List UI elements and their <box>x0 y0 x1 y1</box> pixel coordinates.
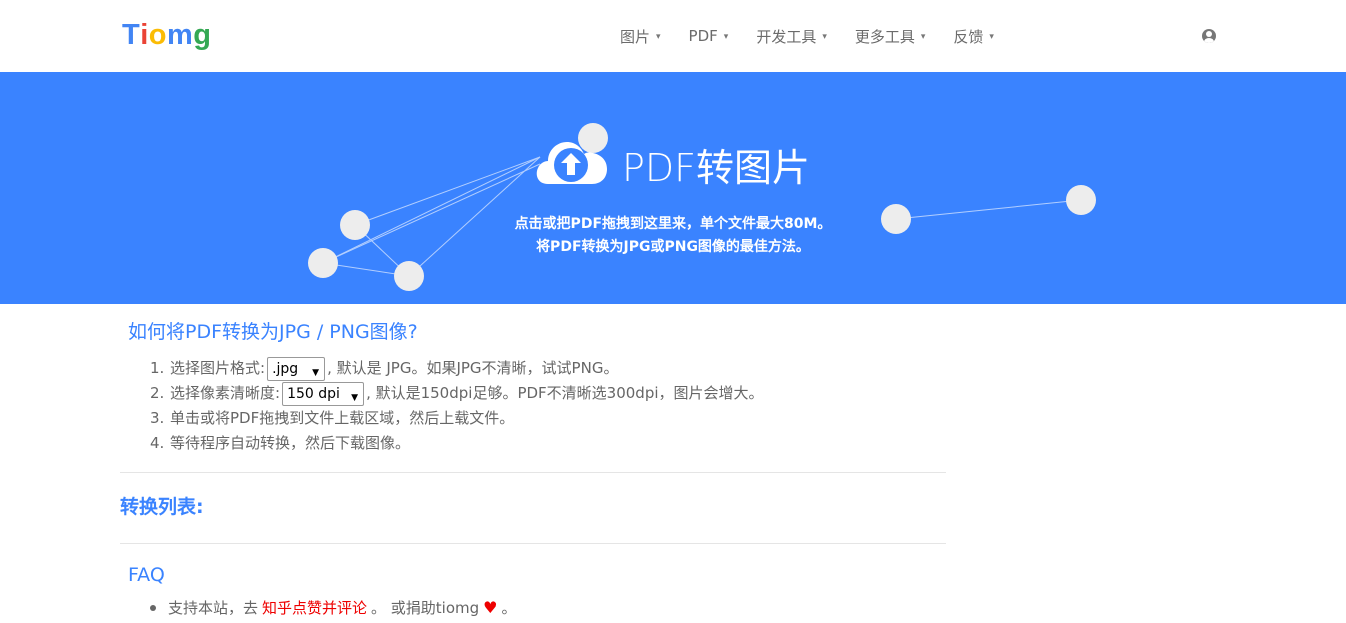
format-select-wrap: .jpg ▼ <box>265 356 327 381</box>
chevron-down-icon: ▾ <box>822 32 827 42</box>
step-text: 等待程序自动转换，然后下载图像。 <box>170 434 411 452</box>
nav-item-label: 更多工具 <box>854 27 915 46</box>
heart-icon[interactable]: ♥ <box>483 598 497 617</box>
step-suffix: , 默认是150dpi足够。PDF不清晰选300dpi，图片会增大。 <box>366 384 764 402</box>
nav-item-more-tools[interactable]: 更多工具 ▾ <box>855 24 926 48</box>
step-item: 1. 选择图片格式: .jpg ▼ , 默认是 JPG。如果JPG不清晰，试试P… <box>150 356 764 381</box>
step-item: 2. 选择像素清晰度: 150 dpi ▼ , 默认是150dpi足够。PDF不… <box>150 381 764 406</box>
divider <box>120 543 946 544</box>
faq-title: FAQ <box>128 564 165 586</box>
faq-text-middle: 。 或捐助tiomg <box>371 599 480 617</box>
chevron-down-icon: ▾ <box>920 32 926 42</box>
how-to-title: 如何将PDF转换为JPG / PNG图像? <box>128 321 418 343</box>
convert-list-title: 转换列表: <box>120 496 204 518</box>
step-item: 4. 等待程序自动转换，然后下载图像。 <box>150 431 764 456</box>
hero-subtitle-line2: 将PDF转换为JPG或PNG图像的最佳方法。 <box>536 239 810 255</box>
step-prefix: 选择像素清晰度: <box>170 384 281 402</box>
logo-letter: i <box>140 19 149 51</box>
zhihu-link[interactable]: 知乎点赞并评论 <box>262 597 367 618</box>
step-number: 1. <box>150 359 165 377</box>
chevron-down-icon: ▾ <box>723 32 729 42</box>
navbar: Tiomg 图片 ▾ PDF ▾ 开发工具 ▾ 更多工具 ▾ 反馈 ▾ <box>0 0 1346 72</box>
dpi-select-wrap: 150 dpi ▼ <box>280 381 366 406</box>
hero-subtitle-line1: 点击或把PDF拖拽到这里来，单个文件最大80M。 <box>514 216 832 232</box>
main-nav: 图片 ▾ PDF ▾ 开发工具 ▾ 更多工具 ▾ 反馈 ▾ <box>620 24 1022 48</box>
bullet <box>150 604 156 611</box>
nav-item-feedback[interactable]: 反馈 ▾ <box>953 24 994 48</box>
nav-item-label: 开发工具 <box>756 27 817 46</box>
logo-letter: o <box>148 19 167 51</box>
step-item: 3. 单击或将PDF拖拽到文件上载区域，然后上载文件。 <box>150 406 764 431</box>
nav-item-images[interactable]: 图片 ▾ <box>620 24 661 48</box>
step-suffix: , 默认是 JPG。如果JPG不清晰，试试PNG。 <box>327 359 619 377</box>
faq-text-prefix: 支持本站，去 <box>168 599 259 617</box>
logo-letter: g <box>193 19 212 51</box>
dpi-select[interactable]: 150 dpi <box>282 382 365 406</box>
chevron-down-icon: ▾ <box>989 32 994 42</box>
step-number: 2. <box>150 384 165 402</box>
user-icon[interactable] <box>1202 29 1216 43</box>
step-number: 3. <box>150 409 165 427</box>
nav-item-pdf[interactable]: PDF ▾ <box>689 24 729 48</box>
chevron-down-icon: ▾ <box>656 32 661 42</box>
logo-letter: T <box>122 19 141 51</box>
faq-text-end: 。 <box>501 599 517 617</box>
step-prefix: 选择图片格式: <box>170 359 266 377</box>
step-text: 单击或将PDF拖拽到文件上载区域，然后上载文件。 <box>170 409 515 427</box>
nav-item-dev-tools[interactable]: 开发工具 ▾ <box>756 24 827 48</box>
steps-list: 1. 选择图片格式: .jpg ▼ , 默认是 JPG。如果JPG不清晰，试试P… <box>150 356 764 456</box>
faq-item: 支持本站，去 知乎点赞并评论 。 或捐助tiomg ♥ 。 <box>150 597 517 618</box>
logo-letter: m <box>167 19 194 51</box>
cloud-upload-icon[interactable] <box>534 128 614 188</box>
nav-item-label: 图片 <box>620 27 651 46</box>
nav-item-label: PDF <box>688 27 718 45</box>
step-number: 4. <box>150 434 165 452</box>
divider <box>120 472 946 473</box>
upload-hero[interactable]: PDF转图片 点击或把PDF拖拽到这里来，单个文件最大80M。 将PDF转换为J… <box>0 72 1346 304</box>
logo[interactable]: Tiomg <box>122 17 212 53</box>
logo-text: Tiomg <box>122 17 212 53</box>
nav-item-label: 反馈 <box>953 27 984 46</box>
format-select[interactable]: .jpg <box>267 357 326 381</box>
hero-title: PDF转图片 <box>622 146 811 190</box>
